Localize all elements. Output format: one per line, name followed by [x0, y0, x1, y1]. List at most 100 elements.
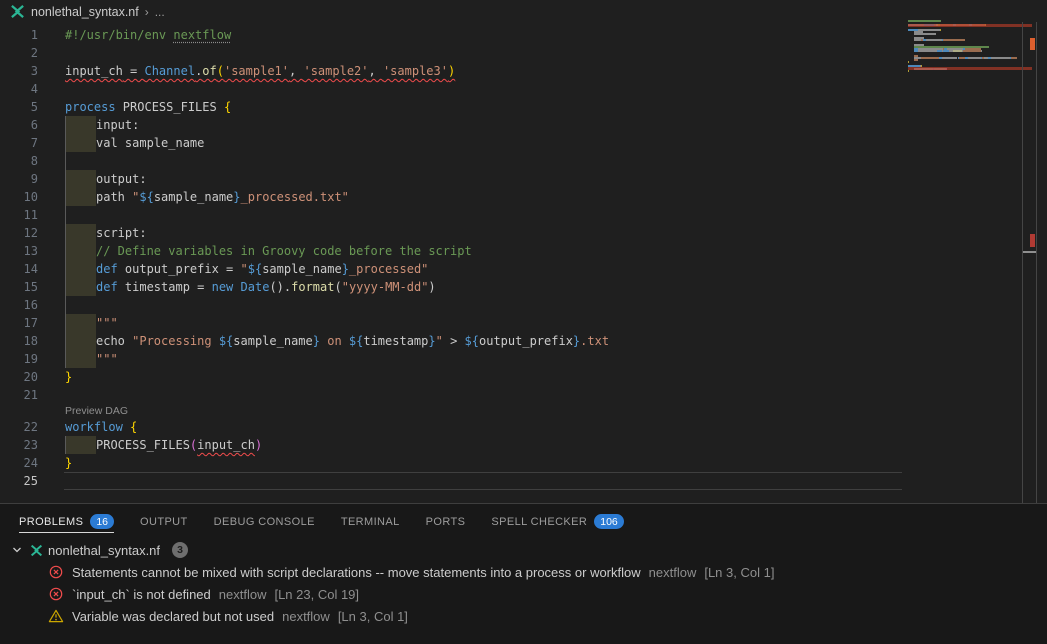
- code-token: ,: [289, 64, 303, 78]
- tab-spell-checker[interactable]: SPELL CHECKER 106: [491, 504, 623, 539]
- code-line-19[interactable]: 19 """: [0, 350, 1020, 368]
- line-number[interactable]: 17: [0, 314, 38, 332]
- code-line-20[interactable]: 20}: [0, 368, 1020, 386]
- line-number[interactable]: 7: [0, 134, 38, 152]
- line-number[interactable]: 11: [0, 206, 38, 224]
- line-number[interactable]: 8: [0, 152, 38, 170]
- code-line-10[interactable]: 10path "${sample_name}_processed.txt": [0, 188, 1020, 206]
- code-token: timestamp =: [118, 280, 212, 294]
- code-line-18[interactable]: 18echo "Processing ${sample_name} on ${t…: [0, 332, 1020, 350]
- code-line-17[interactable]: 17""": [0, 314, 1020, 332]
- nextflow-icon: [10, 4, 25, 19]
- tab-output[interactable]: OUTPUT: [140, 504, 188, 539]
- tab-ports[interactable]: PORTS: [426, 504, 466, 539]
- breadcrumb-file[interactable]: nonlethal_syntax.nf: [31, 5, 139, 19]
- tab-label: DEBUG CONSOLE: [214, 516, 315, 528]
- line-number[interactable]: 4: [0, 80, 38, 98]
- code-line-16[interactable]: 16: [0, 296, 1020, 314]
- code-line-24[interactable]: 24}: [0, 454, 1020, 472]
- code-line-23[interactable]: 23PROCESS_FILES(input_ch): [0, 436, 1020, 454]
- minimap-line: [914, 33, 936, 35]
- line-number[interactable]: 20: [0, 368, 38, 386]
- tab-debug-console[interactable]: DEBUG CONSOLE: [214, 504, 315, 539]
- code-token: ": [436, 334, 443, 348]
- code-token: #!/usr/bin/env: [65, 28, 173, 42]
- line-number[interactable]: 3: [0, 62, 38, 80]
- line-number[interactable]: 15: [0, 278, 38, 296]
- line-number[interactable]: 2: [0, 44, 38, 62]
- line-number[interactable]: 12: [0, 224, 38, 242]
- line-number[interactable]: 21: [0, 386, 38, 404]
- code-editor[interactable]: 1#!/usr/bin/env nextflow23input_ch = Cha…: [0, 26, 1020, 490]
- chevron-down-icon[interactable]: [9, 542, 25, 558]
- code-line-8[interactable]: 8: [0, 152, 1020, 170]
- line-number[interactable]: 10: [0, 188, 38, 206]
- minimap-line: [908, 70, 909, 72]
- code-line-22[interactable]: 22workflow {: [0, 418, 1020, 436]
- minimap[interactable]: [908, 20, 1032, 90]
- code-line-6[interactable]: 6input:: [0, 116, 1020, 134]
- indent-highlight: [65, 134, 96, 152]
- line-number[interactable]: 23: [0, 436, 38, 454]
- code-line-3[interactable]: 3input_ch = Channel.of('sample1', 'sampl…: [0, 62, 1020, 80]
- code-line-21[interactable]: 21: [0, 386, 1020, 404]
- problem-row-1[interactable]: Statements cannot be mixed with script d…: [0, 561, 1047, 583]
- line-number[interactable]: 6: [0, 116, 38, 134]
- code-token: path: [96, 190, 132, 204]
- code-line-25[interactable]: 25: [0, 472, 1020, 490]
- code-line-11[interactable]: 11: [0, 206, 1020, 224]
- problem-row-3[interactable]: Variable was declared but not used nextf…: [0, 605, 1047, 627]
- indent-highlight: [65, 278, 96, 296]
- code-line-7[interactable]: 7val sample_name: [0, 134, 1020, 152]
- code-lens-preview-dag[interactable]: Preview DAG: [65, 404, 1020, 418]
- code-line-2[interactable]: 2: [0, 44, 1020, 62]
- line-number[interactable]: 14: [0, 260, 38, 278]
- code-token: PROCESS_FILES: [116, 100, 224, 114]
- code-line-12[interactable]: 12 script:: [0, 224, 1020, 242]
- minimap-line: [1011, 57, 1017, 59]
- code-token: 'sample1': [224, 64, 289, 78]
- problems-file-count-badge: 3: [172, 542, 188, 558]
- line-number[interactable]: 24: [0, 454, 38, 472]
- line-number[interactable]: 18: [0, 332, 38, 350]
- breadcrumb-ellipsis[interactable]: ...: [155, 5, 165, 19]
- line-number[interactable]: 19: [0, 350, 38, 368]
- problems-file-row[interactable]: nonlethal_syntax.nf 3: [0, 539, 1047, 561]
- code-token: ${: [139, 190, 153, 204]
- vscode-window: nonlethal_syntax.nf › ... 1#!/usr/bin/en…: [0, 0, 1047, 644]
- code-token: output_prefix: [479, 334, 573, 348]
- code-token: script:: [96, 226, 147, 240]
- minimap-line: [953, 50, 962, 52]
- code-token: ().: [269, 280, 291, 294]
- minimap-line: [918, 50, 937, 52]
- overview-ruler[interactable]: [1022, 22, 1037, 503]
- code-token: 'sample3': [383, 64, 448, 78]
- code-line-1[interactable]: 1#!/usr/bin/env nextflow: [0, 26, 1020, 44]
- line-number[interactable]: 25: [0, 472, 38, 490]
- tab-terminal[interactable]: TERMINAL: [341, 504, 400, 539]
- line-number[interactable]: 9: [0, 170, 38, 188]
- code-line-15[interactable]: 15def timestamp = new Date().format("yyy…: [0, 278, 1020, 296]
- minimap-line: [940, 29, 941, 31]
- code-token: ${: [248, 262, 262, 276]
- minimap-line: [914, 59, 918, 61]
- problem-row-2[interactable]: `input_ch` is not defined nextflow [Ln 2…: [0, 583, 1047, 605]
- line-number[interactable]: 5: [0, 98, 38, 116]
- line-number[interactable]: 16: [0, 296, 38, 314]
- code-token: }: [233, 190, 240, 204]
- code-token: }: [313, 334, 320, 348]
- code-token: """: [96, 352, 118, 366]
- line-number[interactable]: 1: [0, 26, 38, 44]
- line-number[interactable]: 13: [0, 242, 38, 260]
- code-token: .txt: [580, 334, 609, 348]
- code-line-9[interactable]: 9output:: [0, 170, 1020, 188]
- line-number[interactable]: 22: [0, 418, 38, 436]
- code-line-5[interactable]: 5process PROCESS_FILES {: [0, 98, 1020, 116]
- code-line-13[interactable]: 13// Define variables in Groovy code bef…: [0, 242, 1020, 260]
- code-line-14[interactable]: 14def output_prefix = "${sample_name}_pr…: [0, 260, 1020, 278]
- code-line-4[interactable]: 4: [0, 80, 1020, 98]
- warning-icon: [48, 608, 64, 624]
- code-token: workflow: [65, 420, 123, 434]
- code-token: }: [65, 370, 72, 384]
- tab-problems[interactable]: PROBLEMS 16: [19, 504, 114, 539]
